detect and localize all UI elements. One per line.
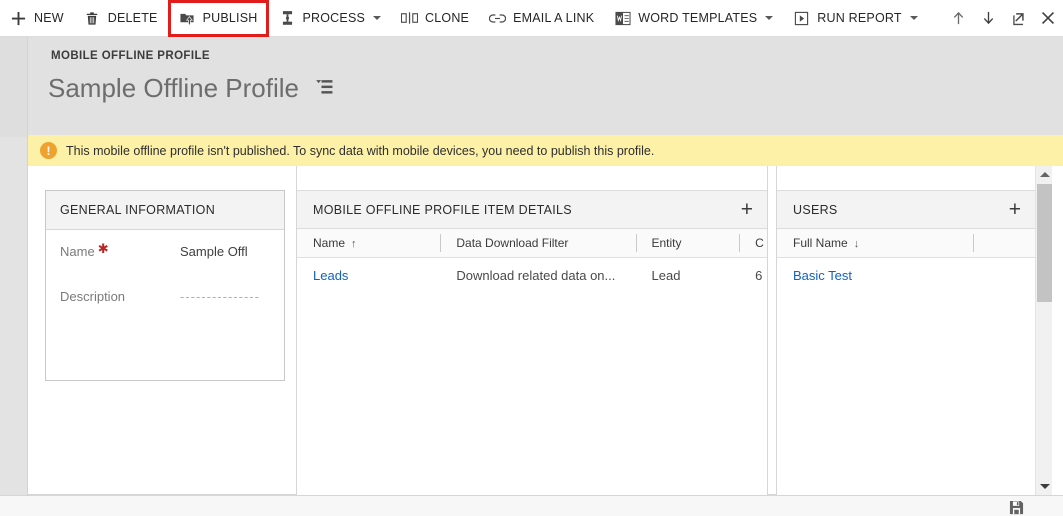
cell-extra: 6 xyxy=(755,268,763,283)
add-user-button[interactable]: + xyxy=(1009,199,1021,220)
status-bar xyxy=(0,495,1063,516)
column-header-full-name-label: Full Name xyxy=(793,235,848,250)
cell-data-download-filter: Download related data on... xyxy=(456,268,616,283)
next-record-icon[interactable] xyxy=(973,0,1003,37)
users-column-headers: Full Name ↓ xyxy=(777,229,1035,258)
column-header-full-name[interactable]: Full Name ↓ xyxy=(777,229,973,258)
left-rail-top xyxy=(0,37,27,137)
process-icon xyxy=(279,10,296,27)
notification-message: This mobile offline profile isn't publis… xyxy=(66,143,655,158)
add-profile-item-button[interactable]: + xyxy=(741,199,753,220)
command-process-label: PROCESS xyxy=(302,11,366,25)
scroll-down-arrow-icon[interactable] xyxy=(1036,478,1053,495)
notification-bar: ! This mobile offline profile isn't publ… xyxy=(28,135,1063,166)
command-bar: NEW DELETE PUBLISH PROCESS CLONE EMAIL A… xyxy=(0,0,1063,37)
command-word-templates-label: WORD TEMPLATES xyxy=(638,11,758,25)
column-header-users-blank[interactable] xyxy=(973,229,1013,258)
close-icon[interactable] xyxy=(1033,0,1063,37)
command-new-label: NEW xyxy=(34,11,64,25)
command-clone-label: CLONE xyxy=(425,11,470,25)
record-form-page: NEW DELETE PUBLISH PROCESS CLONE EMAIL A… xyxy=(0,0,1063,516)
command-run-report-label: RUN REPORT xyxy=(817,11,902,25)
chevron-down-icon[interactable] xyxy=(373,16,382,20)
command-new[interactable]: NEW xyxy=(0,0,74,37)
link-icon xyxy=(489,10,507,27)
cell-entity: Lead xyxy=(651,268,681,283)
general-information-section: GENERAL INFORMATION Name ✱ Sample Offl De… xyxy=(45,190,285,381)
command-process[interactable]: PROCESS xyxy=(269,0,392,37)
profile-item-details-column-headers: Name ↑ Data Download Filter Entity C xyxy=(297,229,767,258)
report-icon xyxy=(793,10,810,27)
profile-item-details-panel: MOBILE OFFLINE PROFILE ITEM DETAILS + Na… xyxy=(296,166,768,495)
cell-name[interactable]: Leads xyxy=(297,258,440,294)
profile-item-details-title: MOBILE OFFLINE PROFILE ITEM DETAILS xyxy=(313,202,572,217)
column-header-c[interactable]: C xyxy=(739,229,767,258)
page-title-text: Sample Offline Profile xyxy=(48,73,299,103)
table-row[interactable]: Basic Test xyxy=(777,258,1035,294)
table-row[interactable]: Leads Download related data on... Lead 6 xyxy=(297,258,767,294)
form-body: GENERAL INFORMATION Name ✱ Sample Offl De… xyxy=(28,166,1035,495)
name-field-value[interactable]: Sample Offl xyxy=(180,244,272,259)
description-field-label: Description xyxy=(60,289,180,304)
name-field-label: Name ✱ xyxy=(60,241,180,260)
breadcrumb: MOBILE OFFLINE PROFILE xyxy=(51,50,210,62)
record-header: MOBILE OFFLINE PROFILE Sample Offline Pr… xyxy=(28,37,1063,135)
general-information-header: GENERAL INFORMATION xyxy=(46,191,284,230)
command-word-templates[interactable]: WORD TEMPLATES xyxy=(604,0,783,37)
users-title: USERS xyxy=(793,202,838,217)
chevron-down-icon[interactable] xyxy=(765,16,774,20)
users-panel: USERS + Full Name ↓ Basic Test xyxy=(776,166,1035,495)
description-field-value[interactable]: --------------- xyxy=(180,289,272,304)
command-clone[interactable]: CLONE xyxy=(391,0,479,37)
clone-icon xyxy=(401,10,419,27)
name-label-text: Name xyxy=(60,244,95,259)
page-title: Sample Offline Profile xyxy=(48,73,334,106)
command-run-report[interactable]: RUN REPORT xyxy=(783,0,927,37)
command-publish-label: PUBLISH xyxy=(202,11,258,25)
field-row-description: Description --------------- xyxy=(46,275,284,320)
sort-ascending-icon: ↑ xyxy=(351,237,357,250)
description-label-text: Description xyxy=(60,289,126,304)
command-delete-label: DELETE xyxy=(107,11,158,25)
vertical-scrollbar[interactable] xyxy=(1035,166,1052,495)
scroll-up-arrow-icon[interactable] xyxy=(1036,166,1053,183)
column-header-entity[interactable]: Entity xyxy=(635,229,740,258)
sort-descending-icon: ↓ xyxy=(853,237,860,250)
publish-icon xyxy=(179,10,196,27)
cell-full-name[interactable]: Basic Test xyxy=(777,258,973,294)
left-rail xyxy=(0,37,28,516)
users-header: USERS + xyxy=(777,190,1035,229)
form-selector-icon[interactable] xyxy=(315,72,334,103)
chevron-down-icon[interactable] xyxy=(909,16,918,20)
command-publish[interactable]: PUBLISH xyxy=(167,0,269,37)
command-delete[interactable]: DELETE xyxy=(74,0,168,37)
word-icon xyxy=(614,10,631,27)
required-asterisk-icon: ✱ xyxy=(97,241,109,256)
column-header-name-label: Name xyxy=(313,235,346,250)
column-header-name[interactable]: Name ↑ xyxy=(297,229,440,258)
popout-icon[interactable] xyxy=(1003,0,1033,37)
profile-item-details-header: MOBILE OFFLINE PROFILE ITEM DETAILS + xyxy=(297,190,767,229)
trash-icon xyxy=(84,10,101,27)
command-email-a-link[interactable]: EMAIL A LINK xyxy=(479,0,604,37)
previous-record-icon[interactable] xyxy=(943,0,973,37)
scroll-thumb[interactable] xyxy=(1037,184,1052,302)
save-disk-icon[interactable] xyxy=(1005,497,1027,516)
general-information-title: GENERAL INFORMATION xyxy=(60,203,216,217)
plus-icon xyxy=(10,10,27,27)
column-header-data-download-filter[interactable]: Data Download Filter xyxy=(440,229,635,258)
command-email-a-link-label: EMAIL A LINK xyxy=(513,11,595,25)
field-row-name: Name ✱ Sample Offl xyxy=(46,230,284,275)
warning-icon: ! xyxy=(40,142,57,159)
